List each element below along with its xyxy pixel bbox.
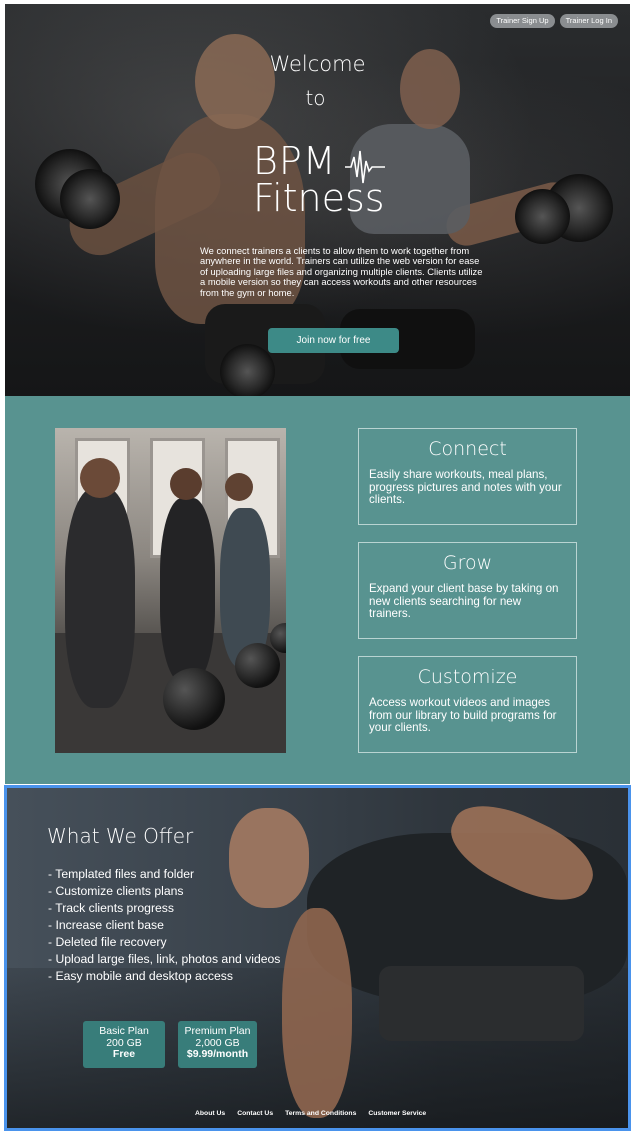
join-now-button[interactable]: Join now for free xyxy=(268,328,399,353)
premium-plan-button[interactable]: Premium Plan 2,000 GB $9.99/month xyxy=(178,1021,257,1068)
footer-links: About Us Contact Us Terms and Conditions… xyxy=(195,1110,426,1117)
dumbbell-image xyxy=(60,169,120,229)
photo-person xyxy=(160,498,215,683)
medicine-ball xyxy=(235,643,280,688)
offer-image-arm xyxy=(282,908,352,1118)
offer-list-item: - Deleted file recovery xyxy=(48,935,167,949)
feature-title: Customize xyxy=(417,666,518,688)
footer-link-about[interactable]: About Us xyxy=(195,1110,225,1117)
dumbbell-image xyxy=(515,189,570,244)
feature-card-connect: Connect Easily share workouts, meal plan… xyxy=(358,428,577,525)
offer-list-item: - Customize clients plans xyxy=(48,884,184,898)
dumbbell-image xyxy=(379,966,584,1041)
offer-list: - Templated files and folder - Customize… xyxy=(48,866,280,985)
plan-price: Free xyxy=(83,1048,165,1061)
offer-list-item: - Easy mobile and desktop access xyxy=(48,969,233,983)
dumbbell-image xyxy=(220,344,275,396)
plan-name: Basic Plan xyxy=(99,1025,149,1037)
hero-section: Trainer Sign Up Trainer Log In Welcome t… xyxy=(5,4,630,396)
photo-person-head xyxy=(225,473,253,501)
offer-section: What We Offer - Templated files and fold… xyxy=(4,785,631,1131)
feature-title: Grow xyxy=(442,552,493,574)
hero-image-man-head xyxy=(195,34,275,129)
feature-card-grow: Grow Expand your client base by taking o… xyxy=(358,542,577,639)
trainer-login-button[interactable]: Trainer Log In xyxy=(559,14,618,28)
logo-fitness: Fitness xyxy=(253,176,385,220)
feature-card-customize: Customize Access workout videos and imag… xyxy=(358,656,577,753)
offer-list-item: - Track clients progress xyxy=(48,901,174,915)
group-workout-photo xyxy=(55,428,286,753)
feature-text: Access workout videos and images from ou… xyxy=(369,696,557,734)
trainer-signup-button[interactable]: Trainer Sign Up xyxy=(490,14,555,28)
welcome-heading: Welcome xyxy=(269,52,366,76)
photo-person xyxy=(65,488,135,708)
feature-text: Easily share workouts, meal plans, progr… xyxy=(369,468,562,506)
features-section: Connect Easily share workouts, meal plan… xyxy=(5,396,630,784)
offer-list-item: - Upload large files, link, photos and v… xyxy=(48,952,281,966)
brand-logo: BPM Fitness xyxy=(253,139,393,220)
photo-person-head xyxy=(80,458,120,498)
welcome-to: to xyxy=(305,86,326,110)
offer-list-item: - Templated files and folder xyxy=(48,867,195,881)
footer-link-customer-service[interactable]: Customer Service xyxy=(368,1110,426,1117)
plan-name: Premium Plan xyxy=(184,1025,251,1037)
plan-price-value: $9.99/month xyxy=(186,1048,249,1060)
feature-text: Expand your client base by taking on new… xyxy=(369,582,559,620)
header-actions: Trainer Sign Up Trainer Log In xyxy=(490,14,618,28)
basic-plan-button[interactable]: Basic Plan 200 GB Free xyxy=(83,1021,165,1068)
offer-list-item: - Increase client base xyxy=(48,918,164,932)
footer-link-contact[interactable]: Contact Us xyxy=(237,1110,273,1117)
plan-price: $9.99/month xyxy=(178,1048,257,1061)
offer-title: What We Offer xyxy=(47,824,194,848)
footer-link-terms[interactable]: Terms and Conditions xyxy=(285,1110,356,1117)
intro-text: We connect trainers a clients to allow t… xyxy=(200,245,483,298)
photo-person-head xyxy=(170,468,202,500)
feature-title: Connect xyxy=(428,438,507,460)
medicine-ball xyxy=(163,668,225,730)
plan-price-value: Free xyxy=(112,1048,136,1060)
